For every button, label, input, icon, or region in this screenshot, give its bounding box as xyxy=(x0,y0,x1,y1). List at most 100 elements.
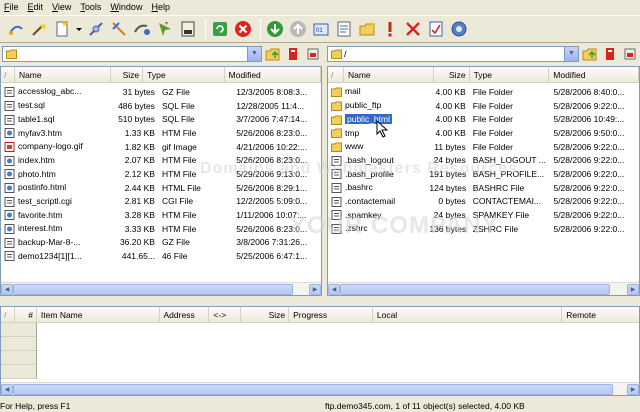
scroll-right-icon[interactable]: ▶ xyxy=(309,284,321,295)
file-name-cell[interactable]: mail xyxy=(328,86,426,98)
col-remote[interactable]: Remote xyxy=(562,307,639,323)
file-name-cell[interactable]: index.htm xyxy=(1,155,92,166)
bookmark-icon[interactable] xyxy=(155,19,175,39)
ftp-tool-icon[interactable] xyxy=(132,19,152,39)
file-name-cell[interactable]: photo.htm xyxy=(1,169,92,180)
file-row[interactable]: .spamkey 24 bytes SPAMKEY File 5/28/2006 9:… xyxy=(328,208,639,222)
folder-view-icon[interactable] xyxy=(621,46,639,62)
file-name-cell[interactable]: .bash_profile xyxy=(328,169,426,180)
download-icon[interactable] xyxy=(265,19,285,39)
bookmark-book-icon[interactable] xyxy=(284,46,302,62)
file-row[interactable]: .bash_logout 24 bytes BASH_LOGOUT ... 5/28/… xyxy=(328,153,639,167)
file-row[interactable]: accesslog_abc... 31 bytes GZ File 12/3/2005… xyxy=(1,85,321,99)
exclamation-icon[interactable] xyxy=(380,19,400,39)
file-row[interactable]: test.sql 486 bytes SQL File 12/28/2005 11:4… xyxy=(1,99,321,113)
sort-icon[interactable]: / xyxy=(1,67,15,83)
col-local[interactable]: Local xyxy=(373,307,563,323)
local-path-combo[interactable]: ▼ xyxy=(2,45,262,62)
delete-icon[interactable] xyxy=(403,19,423,39)
file-name-cell[interactable]: interest.htm xyxy=(1,223,92,235)
file-row[interactable]: table1.sql 510 bytes SQL File 3/7/2006 7:47… xyxy=(1,112,321,126)
upload-icon[interactable] xyxy=(288,19,308,39)
folder-view-icon[interactable] xyxy=(304,46,322,62)
quick-connect-wand-icon[interactable] xyxy=(29,19,49,39)
file-name-cell[interactable]: table1.sql xyxy=(1,114,92,125)
link-icon[interactable] xyxy=(86,19,106,39)
scroll-thumb[interactable] xyxy=(13,384,613,395)
file-name-cell[interactable]: .zshrc xyxy=(328,223,426,235)
file-row[interactable]: myfav3.htm 1.33 KB HTM File 5/26/2006 8:23:… xyxy=(1,126,321,140)
scroll-left-icon[interactable]: ◀ xyxy=(328,284,340,295)
col-size[interactable]: Size xyxy=(241,307,290,323)
chevron-down-icon[interactable]: ▼ xyxy=(247,46,261,61)
menu-file[interactable]: File xyxy=(4,2,19,12)
scroll-right-icon[interactable]: ▶ xyxy=(627,384,639,395)
col-direction[interactable]: <-> xyxy=(209,307,242,323)
file-row[interactable]: test_scriptl.cgi 2.81 KB CGI File 12/2/2005… xyxy=(1,195,321,209)
file-name-cell[interactable]: test.sql xyxy=(1,100,92,111)
up-folder-icon[interactable] xyxy=(264,46,282,62)
file-name-cell[interactable]: .bashrc xyxy=(328,182,426,194)
col-address[interactable]: Address xyxy=(160,307,210,323)
menu-window[interactable]: Window xyxy=(110,2,142,12)
file-name-cell[interactable]: favorite.htm xyxy=(1,210,92,221)
file-row[interactable]: company-logo.gif 1.82 KB gif Image 4/21/200… xyxy=(1,140,321,154)
file-row[interactable]: photo.htm 2.12 KB HTM File 5/29/2006 9:13:0… xyxy=(1,167,321,181)
remote-horizontal-scrollbar[interactable]: ◀ ▶ xyxy=(328,282,639,295)
file-name-cell[interactable]: .bash_logout xyxy=(328,155,426,166)
file-name-cell[interactable]: www xyxy=(328,141,426,152)
file-name-cell[interactable]: backup-Mar-8-... xyxy=(1,237,92,248)
col-progress[interactable]: Progress xyxy=(289,307,373,323)
file-row[interactable]: www 11 bytes File Folder 5/28/2006 9:22:0..… xyxy=(328,140,639,154)
settings-icon[interactable] xyxy=(449,19,469,39)
file-row[interactable]: interest.htm 3.33 KB HTM File 5/26/2006 8:2… xyxy=(1,222,321,236)
new-folder-icon[interactable] xyxy=(357,19,377,39)
menu-tools[interactable]: Tools xyxy=(80,2,101,12)
col-modified[interactable]: Modified xyxy=(549,67,639,83)
menu-view[interactable]: View xyxy=(52,2,71,12)
col-size[interactable]: Size xyxy=(111,67,144,83)
scroll-thumb[interactable] xyxy=(340,284,610,295)
connect-icon[interactable] xyxy=(6,19,26,39)
up-folder-icon[interactable] xyxy=(581,46,599,62)
file-row[interactable]: public_ftp 4.00 KB File Folder 5/28/2006 9:… xyxy=(328,99,639,113)
queue-horizontal-scrollbar[interactable]: ◀ ▶ xyxy=(1,382,639,395)
edit-icon[interactable] xyxy=(426,19,446,39)
file-row[interactable]: demo1234[1][1... 441.65... 46 File 5/25/200… xyxy=(1,249,321,263)
menu-help[interactable]: Help xyxy=(151,2,170,12)
file-row[interactable]: favorite.htm 3.28 KB HTM File 1/11/2006 10:… xyxy=(1,208,321,222)
file-row[interactable]: tmp 4.00 KB File Folder 5/28/2006 9:50:0... xyxy=(328,126,639,140)
chevron-down-icon[interactable]: ▼ xyxy=(564,46,578,61)
col-modified[interactable]: Modified xyxy=(225,67,321,83)
file-row[interactable]: .bashrc 124 bytes BASHRC File 5/28/2006 9:2… xyxy=(328,181,639,195)
properties-icon[interactable] xyxy=(334,19,354,39)
site-manager-icon[interactable] xyxy=(178,19,198,39)
col-item-name[interactable]: Item Name xyxy=(37,307,160,323)
file-row[interactable]: .bash_profile 191 bytes BASH_PROFILE... 5/2… xyxy=(328,167,639,181)
col-name[interactable]: Name xyxy=(15,67,112,83)
sort-icon[interactable]: / xyxy=(1,307,15,323)
file-row[interactable]: index.htm 2.07 KB HTM File 5/26/2006 8:23:0… xyxy=(1,153,321,167)
file-name-cell[interactable]: test_scriptl.cgi xyxy=(1,196,92,207)
refresh-icon[interactable] xyxy=(210,19,230,39)
file-name-cell[interactable]: accesslog_abc... xyxy=(1,86,92,98)
binary-icon[interactable]: 01 xyxy=(311,19,331,39)
scroll-right-icon[interactable]: ▶ xyxy=(627,284,639,295)
file-row[interactable]: postinfo.html 2.44 KB HTML File 5/26/2006 8… xyxy=(1,181,321,195)
scroll-thumb[interactable] xyxy=(13,284,293,295)
file-name-cell[interactable]: .spamkey xyxy=(328,210,426,221)
col-name[interactable]: Name xyxy=(344,67,434,83)
file-name-cell[interactable]: company-logo.gif xyxy=(1,141,92,152)
file-name-cell[interactable]: postinfo.html xyxy=(1,182,92,194)
file-row[interactable]: mail 4.00 KB File Folder 5/28/2006 8:40:0..… xyxy=(328,85,639,99)
bookmark-book-icon[interactable] xyxy=(601,46,619,62)
col-size[interactable]: Size xyxy=(434,67,470,83)
disconnect-icon[interactable] xyxy=(109,19,129,39)
sort-icon[interactable]: / xyxy=(328,67,344,83)
file-row[interactable]: .contactemail 0 bytes CONTACTEMAI... 5/28/2… xyxy=(328,195,639,209)
file-name-cell[interactable]: .contactemail xyxy=(328,196,426,207)
scroll-left-icon[interactable]: ◀ xyxy=(1,384,13,395)
local-horizontal-scrollbar[interactable]: ◀ ▶ xyxy=(1,282,321,295)
file-row[interactable]: backup-Mar-8-... 36.20 KB GZ File 3/8/2006 … xyxy=(1,236,321,250)
new-file-icon[interactable] xyxy=(52,19,72,39)
